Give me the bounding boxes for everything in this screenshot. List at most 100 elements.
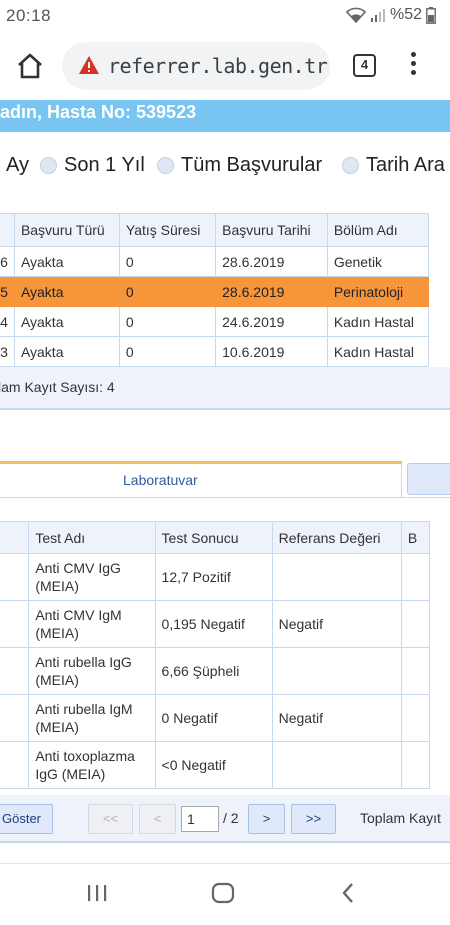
row-cell bbox=[0, 553, 30, 601]
column-header[interactable]: B bbox=[400, 521, 431, 554]
radio-button[interactable] bbox=[157, 157, 174, 174]
lab-results-table: Test Adı Test Sonucu Referans Değeri B A… bbox=[0, 521, 431, 789]
row-cell bbox=[0, 741, 30, 789]
show-button[interactable]: Göster bbox=[0, 804, 53, 834]
recent-apps-icon[interactable] bbox=[86, 882, 108, 909]
row-cell bbox=[400, 741, 431, 789]
next-page-button[interactable]: > bbox=[248, 804, 285, 834]
home-nav-icon[interactable] bbox=[211, 882, 235, 909]
filter-label: Tarih Ara bbox=[366, 154, 445, 176]
column-header[interactable] bbox=[0, 213, 15, 247]
test-result: 0 Negatif bbox=[154, 694, 273, 742]
column-header[interactable] bbox=[0, 521, 30, 554]
warning-icon[interactable] bbox=[78, 55, 100, 80]
page-number-input[interactable]: 1 bbox=[181, 806, 219, 832]
table-row[interactable]: Anti CMV IgM (MEIA) 0,195 Negatif Negati… bbox=[0, 600, 431, 648]
tab-laboratuvar[interactable]: Laboratuvar bbox=[0, 461, 402, 497]
visit-date: 28.6.2019 bbox=[215, 246, 328, 277]
test-result: 6,66 Şüpheli bbox=[154, 647, 273, 695]
visit-department: Perinatoloji bbox=[326, 276, 430, 307]
status-bar: 20:18 %52 bbox=[0, 0, 450, 34]
page-total: / 2 bbox=[223, 810, 239, 826]
test-name: Anti CMV IgG (MEIA) bbox=[28, 553, 156, 601]
patient-banner-title: adın, Hasta No: 539523 bbox=[0, 102, 197, 122]
table-header-row: Başvuru Türü Yatış Süresi Başvuru Tarihi… bbox=[0, 213, 430, 247]
visit-type: Ayakta bbox=[13, 306, 120, 337]
status-icons: %52 bbox=[345, 6, 436, 24]
table-row[interactable]: 14 Ayakta 0 24.6.2019 Kadın Hastal bbox=[0, 306, 430, 337]
column-header[interactable]: Test Sonucu bbox=[154, 521, 273, 554]
column-header[interactable]: Test Adı bbox=[28, 521, 156, 554]
visit-stay: 0 bbox=[118, 306, 217, 337]
status-time: 20:18 bbox=[6, 6, 52, 25]
test-result: 12,7 Pozitif bbox=[154, 553, 273, 601]
visits-total-count: lam Kayıt Sayısı: 4 bbox=[0, 379, 115, 395]
row-id: 14 bbox=[0, 306, 15, 337]
browser-toolbar: referrer.lab.gen.tr/la 4 bbox=[0, 34, 450, 100]
column-header[interactable]: Yatış Süresi bbox=[118, 213, 217, 247]
battery-text: %52 bbox=[389, 6, 422, 23]
visit-date: 10.6.2019 bbox=[215, 336, 328, 367]
url-text[interactable]: referrer.lab.gen.tr/la bbox=[108, 54, 330, 78]
radio-button[interactable] bbox=[40, 157, 57, 174]
pager: Göster << < 1 / 2 > >> Toplam Kayıt bbox=[0, 795, 450, 843]
filter-label-ay[interactable]: Ay bbox=[6, 154, 29, 177]
signal-icon bbox=[370, 7, 386, 23]
visit-type: Ayakta bbox=[13, 246, 120, 277]
column-header[interactable]: Başvuru Türü bbox=[13, 213, 120, 247]
table-row-selected[interactable]: 15 Ayakta 0 28.6.2019 Perinatoloji bbox=[0, 276, 430, 307]
row-id: 15 bbox=[0, 276, 15, 307]
filter-tarih-ara[interactable]: Tarih Ara bbox=[342, 154, 445, 177]
row-cell bbox=[0, 600, 30, 648]
back-icon[interactable] bbox=[340, 882, 356, 909]
table-row[interactable]: Anti toxoplazma IgG (MEIA) <0 Negatif bbox=[0, 741, 431, 789]
radio-button[interactable] bbox=[342, 157, 359, 174]
first-page-button[interactable]: << bbox=[88, 804, 133, 834]
test-name: Anti toxoplazma IgG (MEIA) bbox=[28, 741, 156, 789]
visits-total-bar: lam Kayıt Sayısı: 4 bbox=[0, 367, 450, 410]
last-page-button[interactable]: >> bbox=[291, 804, 336, 834]
row-cell bbox=[400, 553, 431, 601]
date-filter-group: Ay Son 1 Yıl Tüm Başvurular Tarih Ara bbox=[0, 154, 450, 186]
row-cell bbox=[400, 647, 431, 695]
prev-page-button[interactable]: < bbox=[139, 804, 176, 834]
reference-value: Negatif bbox=[271, 600, 402, 648]
filter-tum-basvurular[interactable]: Tüm Başvurular bbox=[157, 154, 322, 177]
reference-value: Negatif bbox=[271, 694, 402, 742]
pager-total-label: Toplam Kayıt bbox=[360, 810, 441, 826]
table-row[interactable]: Anti CMV IgG (MEIA) 12,7 Pozitif bbox=[0, 553, 431, 601]
visit-stay: 0 bbox=[118, 336, 217, 367]
visit-type: Ayakta bbox=[13, 336, 120, 367]
column-header[interactable]: Başvuru Tarihi bbox=[215, 213, 328, 247]
column-header[interactable]: Referans Değeri bbox=[271, 521, 402, 554]
visit-type: Ayakta bbox=[13, 276, 120, 307]
visits-table: Başvuru Türü Yatış Süresi Başvuru Tarihi… bbox=[0, 213, 430, 367]
table-row[interactable]: Anti rubella IgM (MEIA) 0 Negatif Negati… bbox=[0, 694, 431, 742]
visit-date: 28.6.2019 bbox=[215, 276, 328, 307]
address-bar[interactable]: referrer.lab.gen.tr/la bbox=[62, 42, 330, 90]
tab-switcher-button[interactable]: 4 bbox=[353, 54, 376, 77]
system-nav-bar bbox=[0, 863, 450, 925]
patient-banner: adın, Hasta No: 539523 bbox=[0, 100, 450, 132]
test-name: Anti rubella IgM (MEIA) bbox=[28, 694, 156, 742]
test-result: 0,195 Negatif bbox=[154, 600, 273, 648]
visit-department: Genetik bbox=[326, 246, 430, 277]
battery-icon bbox=[426, 6, 436, 24]
wifi-icon bbox=[345, 7, 366, 23]
row-cell bbox=[400, 600, 431, 648]
table-row[interactable]: 16 Ayakta 0 28.6.2019 Genetik bbox=[0, 246, 430, 277]
test-name: Anti rubella IgG (MEIA) bbox=[28, 647, 156, 695]
home-icon[interactable] bbox=[15, 51, 45, 81]
row-cell bbox=[0, 694, 30, 742]
tab-next[interactable] bbox=[407, 463, 450, 495]
visit-date: 24.6.2019 bbox=[215, 306, 328, 337]
row-id: 13 bbox=[0, 336, 15, 367]
visit-stay: 0 bbox=[118, 246, 217, 277]
menu-icon[interactable] bbox=[408, 52, 418, 80]
test-name: Anti CMV IgM (MEIA) bbox=[28, 600, 156, 648]
tab-bar: Laboratuvar bbox=[0, 461, 450, 497]
column-header[interactable]: Bölüm Adı bbox=[326, 213, 430, 247]
filter-son-1-yil[interactable]: Son 1 Yıl bbox=[40, 154, 145, 177]
table-row[interactable]: Anti rubella IgG (MEIA) 6,66 Şüpheli bbox=[0, 647, 431, 695]
table-row[interactable]: 13 Ayakta 0 10.6.2019 Kadın Hastal bbox=[0, 336, 430, 367]
